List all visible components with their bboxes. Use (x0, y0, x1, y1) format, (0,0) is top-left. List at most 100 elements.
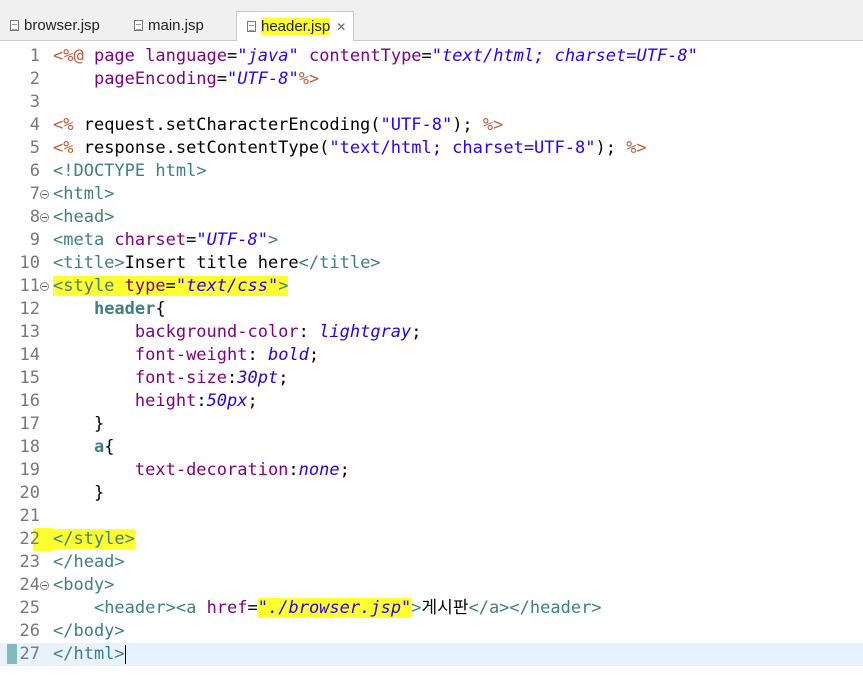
code-token: height (134, 391, 197, 411)
code-line[interactable]: 14 font-weight: bold; (0, 344, 863, 367)
code-token: "UTF-8" (380, 115, 453, 135)
line-number: 3 (29, 92, 40, 112)
code-token: ; (247, 391, 258, 411)
code-line[interactable]: 13 background-color: lightgray; (0, 321, 863, 344)
code-token: html (155, 161, 197, 181)
line-number: 23 (19, 552, 40, 572)
code-token: contentType (308, 46, 422, 66)
line-number: 13 (19, 322, 40, 342)
code-line[interactable]: 17 } (0, 413, 863, 436)
line-number: 26 (19, 621, 40, 641)
code-token: Insert title here (124, 253, 299, 273)
code-token: "UTF-8" (227, 69, 299, 89)
jsp-file-icon (134, 20, 143, 31)
tab-header-jsp[interactable]: header.jsp ✕ (236, 11, 354, 41)
line-number: 25 (19, 598, 40, 618)
code-token: } (93, 483, 105, 503)
fold-toggle-icon[interactable] (40, 213, 49, 222)
code-token: <header> (93, 598, 176, 618)
tab-browser-jsp[interactable]: browser.jsp (0, 11, 124, 40)
code-line[interactable]: 9 <meta charset="UTF-8"> (0, 229, 863, 252)
fold-toggle-icon[interactable] (40, 190, 49, 199)
code-text: } (53, 413, 104, 436)
code-token: ); (595, 138, 627, 158)
code-line[interactable]: 25 <header><a href="./browser.jsp">게시판</… (0, 597, 863, 620)
line-number: 22 (19, 529, 40, 549)
code-text: </head> (53, 551, 125, 574)
code-editor[interactable]: 1 <%@ page language="java" contentType="t… (0, 41, 863, 697)
code-token: <title> (53, 253, 125, 273)
code-line[interactable]: 8 <head> (0, 206, 863, 229)
code-text: text-decoration:none; (53, 459, 350, 482)
code-line[interactable]: 4 <% request.setCharacterEncoding("UTF-8"… (0, 114, 863, 137)
line-number: 27 (19, 644, 40, 664)
code-token: header (93, 299, 156, 319)
code-token: { (155, 299, 166, 319)
code-line[interactable]: 6 <!DOCTYPE html> (0, 160, 863, 183)
fold-toggle-icon[interactable] (40, 282, 49, 291)
code-line[interactable]: 2 pageEncoding="UTF-8"%> (0, 68, 863, 91)
code-line[interactable]: 12 header{ (0, 298, 863, 321)
code-token: lightgray (319, 322, 412, 342)
code-line[interactable]: 3 (0, 91, 863, 114)
code-token: page (93, 46, 146, 66)
code-token: = (227, 46, 238, 66)
code-token: "./browser.jsp" (257, 598, 412, 618)
code-text: background-color: lightgray; (53, 321, 422, 344)
code-token: = (247, 598, 258, 618)
code-token: pageEncoding (93, 69, 217, 89)
line-number: 11 (19, 276, 40, 296)
code-token: </style> (53, 529, 135, 549)
code-line[interactable]: 24 <body> (0, 574, 863, 597)
code-token: : (227, 368, 238, 388)
code-line[interactable]: 1 <%@ page language="java" contentType="t… (0, 45, 863, 68)
code-line[interactable]: 7 <html> (0, 183, 863, 206)
code-token: 게시판 (421, 598, 469, 618)
jsp-file-icon (10, 20, 19, 31)
code-token: > (267, 230, 279, 250)
code-token: request.setCharacterEncoding( (83, 115, 381, 135)
code-text: <% response.setContentType("text/html; c… (53, 137, 647, 160)
close-icon[interactable]: ✕ (336, 20, 346, 34)
code-line[interactable]: 23 </head> (0, 551, 863, 574)
tab-label: header.jsp (261, 18, 331, 35)
code-token: </header> (509, 598, 602, 618)
code-token: = (216, 69, 228, 89)
tab-main-jsp[interactable]: main.jsp (124, 11, 236, 40)
code-line[interactable]: 27 </html> (0, 643, 863, 666)
code-line[interactable]: 11 <style type="text/css"> (0, 275, 863, 298)
code-token: a (93, 437, 105, 457)
code-token: "UTF-8" (196, 230, 268, 250)
fold-toggle-icon[interactable] (40, 581, 49, 590)
code-text: <style type="text/css"> (53, 275, 289, 298)
code-text: a{ (53, 436, 115, 459)
code-token: : (247, 345, 268, 365)
code-text: <head> (53, 206, 114, 229)
code-text: </html> (53, 643, 127, 666)
code-line[interactable]: 26 </body> (0, 620, 863, 643)
code-token: = (186, 230, 197, 250)
tab-label: browser.jsp (24, 17, 100, 34)
code-token: > (196, 161, 207, 181)
line-number: 7 (29, 184, 40, 204)
jsp-file-icon (247, 21, 256, 32)
code-line[interactable]: 22 </style> (0, 528, 863, 551)
code-text: <body> (53, 574, 114, 597)
code-token: : (288, 460, 299, 480)
line-number: 19 (19, 460, 40, 480)
code-token: </html> (53, 644, 125, 664)
code-line[interactable]: 5 <% response.setContentType("text/html; … (0, 137, 863, 160)
line-number: 12 (19, 299, 40, 319)
code-line[interactable]: 19 text-decoration:none; (0, 459, 863, 482)
code-line[interactable]: 10 <title>Insert title here</title> (0, 252, 863, 275)
code-text: height:50px; (53, 390, 258, 413)
code-line[interactable]: 21 (0, 505, 863, 528)
code-line[interactable]: 16 height:50px; (0, 390, 863, 413)
code-line[interactable]: 20 } (0, 482, 863, 505)
code-line[interactable]: 15 font-size:30pt; (0, 367, 863, 390)
code-line[interactable]: 18 a{ (0, 436, 863, 459)
code-token: %> (626, 138, 647, 158)
code-token: ; (278, 368, 289, 388)
